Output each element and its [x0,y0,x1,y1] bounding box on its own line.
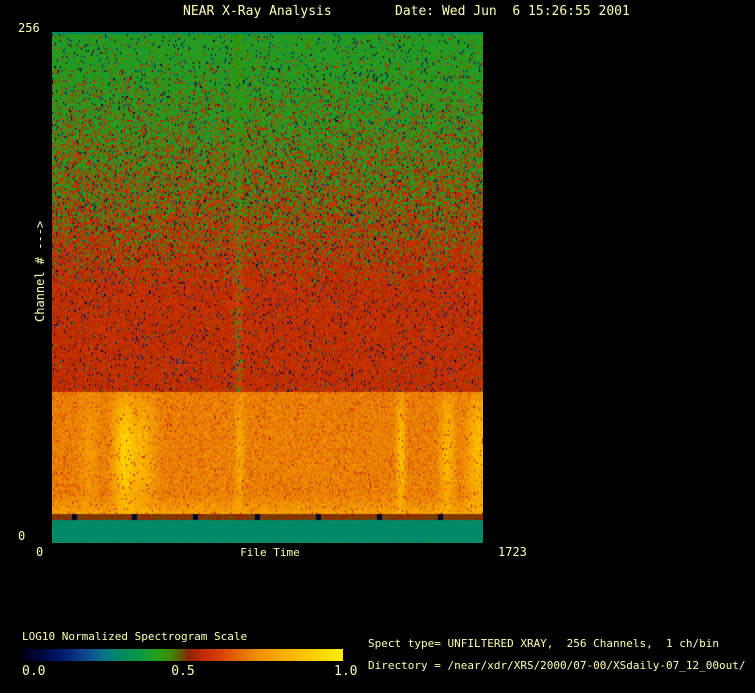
page-title: NEAR X-Ray Analysis [183,5,332,19]
colorbar-tick-max: 1.0 [334,665,357,679]
x-axis-label: File Time [235,547,305,559]
spectrogram-canvas [52,32,483,543]
y-axis-label: Channel # ---> [33,192,47,322]
y-axis-max-tick: 256 [18,22,40,35]
date-label: Date: Wed Jun 6 15:26:55 2001 [395,5,630,19]
colorbar-tick-min: 0.0 [22,665,45,679]
x-axis-max-tick: 1723 [498,546,527,559]
colorbar-canvas [22,649,343,661]
colorbar-title: LOG10 Normalized Spectrogram Scale [22,631,247,643]
y-axis-min-tick: 0 [18,530,25,543]
colorbar-tick-mid: 0.5 [162,665,204,679]
x-axis-min-tick: 0 [36,546,43,559]
near-xray-analysis-window: NEAR X-Ray Analysis Date: Wed Jun 6 15:2… [0,0,755,693]
spect-type-line: Spect type= UNFILTERED XRAY, 256 Channel… [368,638,719,650]
directory-line: Directory = /near/xdr/XRS/2000/07-00/XSd… [368,660,746,672]
